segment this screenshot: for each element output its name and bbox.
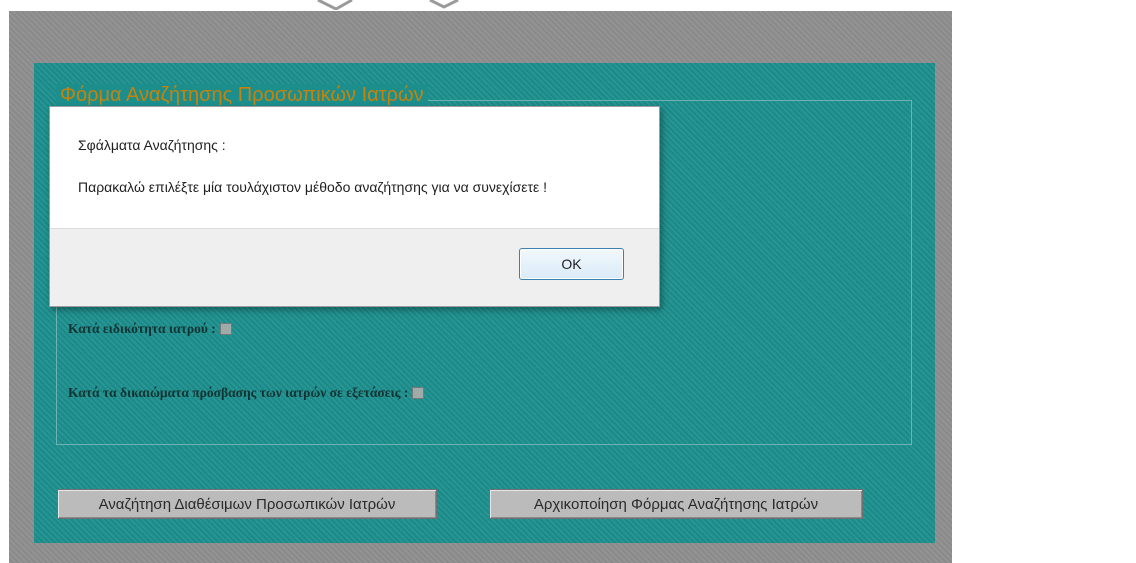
search-doctors-button[interactable]: Αναζήτηση Διαθέσιμων Προσωπικών Ιατρών <box>57 489 437 519</box>
criterion-access-rights-label: Κατά τα δικαιώματα πρόσβασης των ιατρών … <box>68 385 409 400</box>
criterion-specialty-label: Κατά ειδικότητα ιατρού : <box>68 321 216 336</box>
reset-form-button[interactable]: Αρχικοποίηση Φόρμας Αναζήτησης Ιατρών <box>489 489 863 519</box>
dialog-message: Παρακαλώ επιλέξτε μία τουλάχιστον μέθοδο… <box>78 179 548 195</box>
access-rights-checkbox[interactable] <box>412 387 425 399</box>
form-legend: Φόρμα Αναζήτησης Προσωπικών Ιατρών <box>56 84 428 107</box>
specialty-checkbox[interactable] <box>219 323 232 335</box>
dialog-title: Σφάλματα Αναζήτησης : <box>78 137 226 153</box>
ok-button[interactable]: OK <box>519 248 624 280</box>
page: Φόρμα Αναζήτησης Προσωπικών Ιατρών Κατά … <box>0 0 1136 563</box>
criterion-specialty: Κατά ειδικότητα ιατρού : <box>68 321 232 337</box>
watermark-fragment <box>317 0 459 10</box>
dialog-body: Σφάλματα Αναζήτησης : Παρακαλώ επιλέξτε … <box>50 107 659 228</box>
error-dialog: Σφάλματα Αναζήτησης : Παρακαλώ επιλέξτε … <box>49 106 660 307</box>
criterion-access-rights: Κατά τα δικαιώματα πρόσβασης των ιατρών … <box>68 385 425 401</box>
